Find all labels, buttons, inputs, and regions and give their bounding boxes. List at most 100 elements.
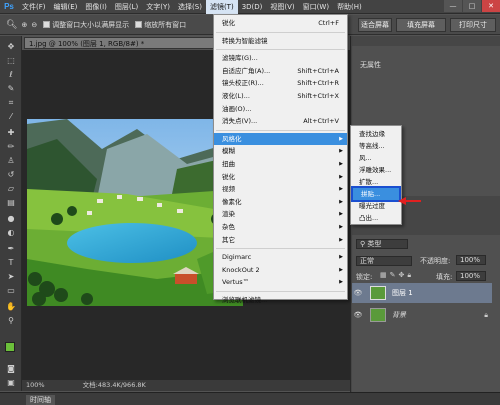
clone-stamp-icon[interactable]: ♙ xyxy=(4,156,18,166)
fill-screen-button[interactable]: 填充屏幕 xyxy=(396,18,446,32)
menu-0[interactable]: 文件(F) xyxy=(18,0,50,14)
menu-4[interactable]: 文字(Y) xyxy=(142,0,174,14)
fit-screen-button[interactable]: 适合屏幕 xyxy=(358,18,392,32)
menu-items: 文件(F) 编辑(E) 图像(I) 图层(L) 文字(Y) 选择(S) 滤镜(T) 3D(D)… xyxy=(18,0,366,14)
brush-tool-icon[interactable]: ✏ xyxy=(4,142,18,152)
menu-9[interactable]: 窗口(W) xyxy=(299,0,333,14)
crop-tool-icon[interactable]: ⌗ xyxy=(4,98,18,108)
menu-7[interactable]: 3D(D) xyxy=(238,0,267,14)
filter-menu-item[interactable]: 扭曲 ▶ xyxy=(214,158,347,170)
document-tab[interactable]: 1.jpg @ 100% (图层 1, RGB/8#) * × xyxy=(24,37,234,49)
menu-10[interactable]: 帮助(H) xyxy=(333,0,366,14)
stylize-menu-item[interactable]: 查找边缘 xyxy=(351,128,401,140)
stylize-menu-item[interactable]: 浮雕效果... xyxy=(351,164,401,176)
stylize-menu-item[interactable]: 扩散... xyxy=(351,176,401,188)
filter-menu-item[interactable]: 杂色 ▶ xyxy=(214,221,347,233)
stylize-menu-item[interactable]: 拼贴... xyxy=(351,186,401,202)
zoom-level[interactable]: 100% xyxy=(26,381,45,389)
fill-input[interactable]: 100% xyxy=(456,271,486,281)
move-tool-icon[interactable]: ✥ xyxy=(4,42,18,52)
eyedropper-tool-icon[interactable]: ⁄ xyxy=(4,112,18,122)
lock-label: 锁定: xyxy=(356,273,373,281)
filter-menu-item[interactable]: 自适应广角(A)... Shift+Ctrl+A xyxy=(214,65,347,77)
zoom-in-icon[interactable]: ⊕ xyxy=(21,21,27,29)
document-image[interactable] xyxy=(27,119,243,306)
opacity-input[interactable]: 100% xyxy=(456,255,486,265)
lock-icon: 🔒︎ xyxy=(484,310,488,319)
filter-menu-item[interactable]: 油画(O)... xyxy=(214,103,347,115)
blur-tool-icon[interactable]: ● xyxy=(4,214,18,224)
filter-menu-item[interactable]: 其它 ▶ xyxy=(214,234,347,246)
lock-icons[interactable]: ▦✎✥🔒︎ xyxy=(380,271,414,280)
kind-label: 类型 xyxy=(367,240,382,248)
screen-mode-icon[interactable]: ▣ xyxy=(4,378,18,388)
menu-5[interactable]: 选择(S) xyxy=(174,0,206,14)
lasso-tool-icon[interactable]: ℓ xyxy=(4,70,18,80)
close-button[interactable]: ✕ xyxy=(482,0,500,12)
zoom-all-checkbox[interactable] xyxy=(135,21,143,28)
document-title: 1.jpg @ 100% (图层 1, RGB/8#) * xyxy=(29,40,145,48)
filter-menu-item[interactable]: Vertus™ ▶ xyxy=(214,276,347,288)
layer-kind-filter[interactable]: ⚲ 类型 xyxy=(356,239,408,249)
filter-menu-item[interactable]: 液化(L)... Shift+Ctrl+X xyxy=(214,90,347,102)
visibility-eye-icon[interactable]: 👁︎ xyxy=(352,311,364,319)
print-size-button[interactable]: 打印尺寸 xyxy=(450,18,496,32)
menu-3[interactable]: 图层(L) xyxy=(111,0,142,14)
eraser-tool-icon[interactable]: ▱ xyxy=(4,184,18,194)
marquee-tool-icon[interactable]: ⬚ xyxy=(4,56,18,66)
submenu-arrow-icon: ▶ xyxy=(339,148,343,155)
foreground-color-swatch[interactable] xyxy=(5,342,15,352)
filter-menu-item[interactable]: 锐化 Ctrl+F xyxy=(214,17,347,29)
filter-menu-item[interactable]: 风格化 ▶ xyxy=(214,132,347,145)
filter-menu-item[interactable]: 消失点(V)... Alt+Ctrl+V xyxy=(214,115,347,127)
filter-menu-item[interactable]: 模糊 ▶ xyxy=(214,145,347,157)
quick-mask-icon[interactable]: ◙ xyxy=(4,364,18,374)
menu-1[interactable]: 编辑(E) xyxy=(50,0,82,14)
filter-menu-item[interactable]: 滤镜库(G)... xyxy=(214,52,347,64)
filter-menu-item[interactable]: KnockOut 2 ▶ xyxy=(214,264,347,276)
menu-6[interactable]: 滤镜(T) xyxy=(205,0,238,14)
filter-menu-item[interactable]: 渲染 ▶ xyxy=(214,208,347,220)
menu-item-label: 滤镜库(G)... xyxy=(222,54,258,63)
zoom-all-label: 缩放所有窗口 xyxy=(144,20,187,29)
stylize-menu-item[interactable]: 等高线... xyxy=(351,140,401,152)
stylize-menu-item[interactable]: 曝光过度 xyxy=(351,200,401,212)
healing-brush-icon[interactable]: ✚ xyxy=(4,128,18,138)
dodge-tool-icon[interactable]: ◐ xyxy=(4,228,18,238)
stylize-menu-item[interactable]: 凸出... xyxy=(351,212,401,224)
maximize-button[interactable]: □ xyxy=(463,0,481,12)
timeline-tab[interactable]: 时间轴 xyxy=(26,395,55,405)
shape-tool-icon[interactable]: ▭ xyxy=(4,286,18,296)
minimize-button[interactable]: — xyxy=(444,0,462,12)
filter-menu-item[interactable]: 镜头校正(R)... Shift+Ctrl+R xyxy=(214,77,347,89)
resize-windows-checkbox[interactable] xyxy=(43,21,51,28)
zoom-tool-icon[interactable]: ⚲ xyxy=(4,316,18,326)
blend-mode-select[interactable]: 正常 xyxy=(356,256,412,266)
path-select-tool-icon[interactable]: ➤ xyxy=(4,272,18,282)
filter-menu-item[interactable]: 转换为智能滤镜 xyxy=(214,35,347,47)
layer-row-layer1[interactable]: 👁︎ 图层 1 xyxy=(352,283,492,303)
menu-2[interactable]: 图像(I) xyxy=(81,0,111,14)
gradient-tool-icon[interactable]: ▤ xyxy=(4,198,18,208)
filter-menu-item[interactable]: 视频 ▶ xyxy=(214,183,347,195)
visibility-eye-icon[interactable]: 👁︎ xyxy=(352,289,364,297)
menu-item-label: Digimarc xyxy=(222,253,252,262)
stylize-menu-item[interactable]: 风... xyxy=(351,152,401,164)
menu-item-shortcut: Alt+Ctrl+V xyxy=(303,117,339,126)
filter-menu-item[interactable]: 像素化 ▶ xyxy=(214,196,347,208)
menu-item-label: 锐化 xyxy=(222,172,235,181)
quick-select-tool-icon[interactable]: ✎ xyxy=(4,84,18,94)
menu-8[interactable]: 视图(V) xyxy=(266,0,298,14)
type-tool-icon[interactable]: T xyxy=(4,258,18,268)
pen-tool-icon[interactable]: ✒ xyxy=(4,244,18,254)
layer-name: 背景 xyxy=(392,311,406,319)
menu-bar: Ps 文件(F) 编辑(E) 图像(I) 图层(L) 文字(Y) 选择(S) 滤镜(T) 3D… xyxy=(0,0,500,14)
hand-tool-icon[interactable]: ✋ xyxy=(4,302,18,312)
filter-menu-item[interactable]: 浏览联机滤镜... xyxy=(214,294,347,306)
filter-menu-item[interactable]: Digimarc ▶ xyxy=(214,251,347,263)
history-brush-icon[interactable]: ↺ xyxy=(4,170,18,180)
filter-menu-item[interactable]: 锐化 ▶ xyxy=(214,171,347,183)
zoom-out-icon[interactable]: ⊖ xyxy=(31,21,37,29)
layer-row-background[interactable]: 👁︎ 背景 🔒︎ xyxy=(352,305,492,325)
menu-item-label: 像素化 xyxy=(222,197,242,206)
